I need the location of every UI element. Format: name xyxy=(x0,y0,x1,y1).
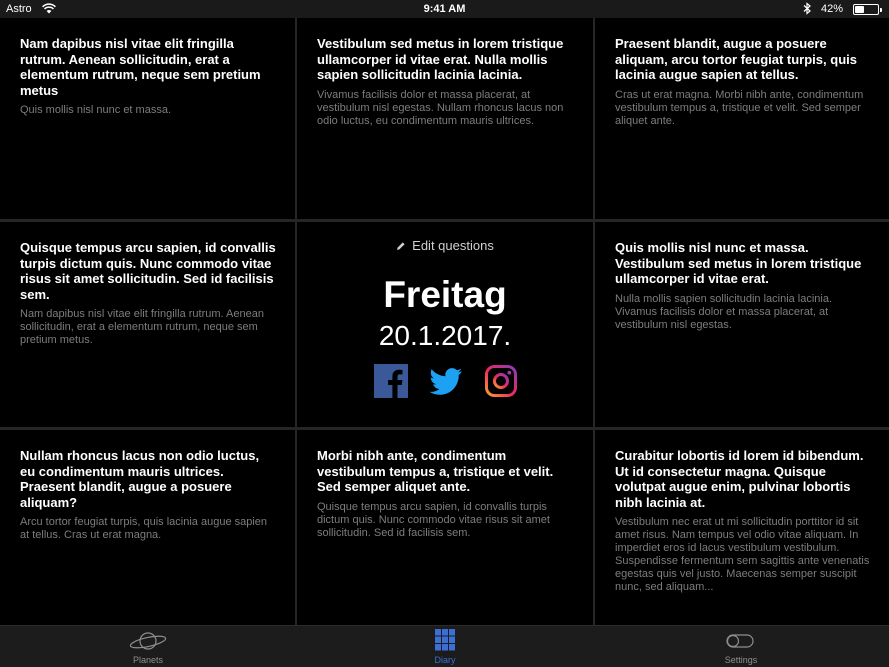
tab-label: Settings xyxy=(724,655,758,665)
question-card[interactable]: Nullam rhoncus lacus non odio luctus, eu… xyxy=(0,430,295,625)
answer-text: Nulla mollis sapien sollicitudin lacinia… xyxy=(615,292,833,331)
question-card[interactable]: Quisque tempus arcu sapien, id convallis… xyxy=(0,222,295,427)
question-text: Vestibulum sed metus in lorem tristique … xyxy=(317,36,564,83)
question-text: Morbi nibh ante, condimentum vestibulum … xyxy=(317,448,554,495)
answer-text: Quis mollis nisl nunc et massa. xyxy=(20,104,171,117)
bluetooth-icon xyxy=(803,2,811,15)
answer-text: Vivamus facilisis dolor et massa placera… xyxy=(317,88,564,127)
tab-label: Planets xyxy=(132,655,164,665)
answer-text: Arcu tortor feugiat turpis, quis lacinia… xyxy=(20,516,268,542)
toggle-icon xyxy=(726,634,754,648)
question-card[interactable]: Morbi nibh ante, condimentum vestibulum … xyxy=(297,430,593,625)
tab-bar: Planets Diary Settings xyxy=(0,625,889,667)
tab-settings[interactable]: Settings xyxy=(681,626,801,667)
instagram-icon[interactable] xyxy=(484,364,518,398)
answer-text: Quisque tempus arcu sapien, id convallis… xyxy=(317,500,550,539)
question-text: Nam dapibus nisl vitae elit fringilla ru… xyxy=(20,36,261,98)
tab-diary[interactable]: Diary xyxy=(385,626,505,667)
day-title: Freitag xyxy=(383,274,507,315)
question-card[interactable]: Nam dapibus nisl vitae elit fringilla ru… xyxy=(0,18,295,219)
question-text: Quisque tempus arcu sapien, id convallis… xyxy=(20,240,276,302)
grid-icon xyxy=(435,629,455,651)
planet-icon xyxy=(129,632,167,650)
question-text: Quis mollis nisl nunc et massa. Vestibul… xyxy=(615,240,862,287)
edit-questions-label: Edit questions xyxy=(412,238,494,253)
pencil-icon xyxy=(397,242,405,250)
edit-questions-button[interactable]: Edit questions xyxy=(297,238,593,253)
answer-text: Nam dapibus nisl vitae elit fringilla ru… xyxy=(20,308,264,347)
tab-planets[interactable]: Planets xyxy=(88,626,208,667)
question-card[interactable]: Curabitur lobortis id lorem id bibendum.… xyxy=(595,430,889,625)
date-subtitle: 20.1.2017. xyxy=(378,320,512,351)
facebook-icon[interactable] xyxy=(374,364,408,398)
answer-text: Vestibulum nec erat ut mi sollicitudin p… xyxy=(615,516,870,594)
tab-label: Diary xyxy=(434,655,456,665)
battery-percent: 42% xyxy=(821,3,844,15)
twitter-icon[interactable] xyxy=(429,364,463,398)
question-card[interactable]: Vestibulum sed metus in lorem tristique … xyxy=(297,18,593,219)
answer-text: Cras ut erat magna. Morbi nibh ante, con… xyxy=(615,88,864,127)
question-text: Praesent blandit, augue a posuere aliqua… xyxy=(615,36,857,83)
status-time: 9:41 AM xyxy=(423,3,466,15)
question-text: Nullam rhoncus lacus non odio luctus, eu… xyxy=(20,448,260,510)
question-card[interactable]: Quis mollis nisl nunc et massa. Vestibul… xyxy=(595,222,889,427)
battery-icon xyxy=(853,4,882,15)
diary-grid: Nam dapibus nisl vitae elit fringilla ru… xyxy=(0,18,889,625)
date-panel: Edit questions Freitag 20.1.2017. xyxy=(297,222,593,427)
question-text: Curabitur lobortis id lorem id bibendum.… xyxy=(615,448,864,510)
question-card[interactable]: Praesent blandit, augue a posuere aliqua… xyxy=(595,18,889,219)
status-bar: Astro 9:41 AM 42% xyxy=(0,0,889,18)
battery-fill xyxy=(855,6,865,13)
